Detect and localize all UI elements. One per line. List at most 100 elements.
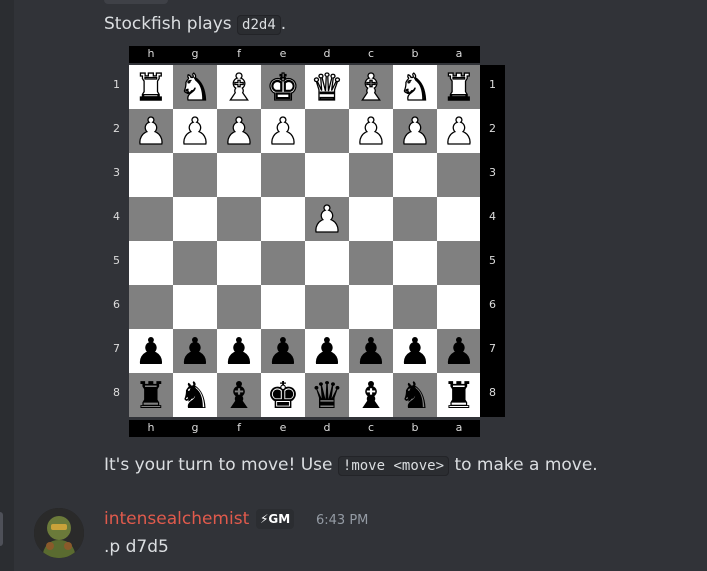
board-square bbox=[305, 153, 349, 197]
rank-label: 7 bbox=[489, 342, 496, 355]
rank-label: 8 bbox=[489, 386, 496, 399]
file-label: f bbox=[237, 421, 241, 434]
board-square bbox=[305, 285, 349, 329]
white-piece: ♝ bbox=[222, 65, 256, 109]
board-square: ♝ bbox=[217, 373, 261, 417]
board-square: ♟ bbox=[129, 109, 173, 153]
file-label: c bbox=[367, 47, 375, 60]
bot-move-message: Stockfish plays d2d4. bbox=[104, 13, 286, 36]
board-square: ♟ bbox=[261, 329, 305, 373]
board-square bbox=[437, 285, 481, 329]
rank-label: 2 bbox=[113, 122, 120, 135]
black-piece: ♞ bbox=[178, 373, 212, 417]
turn-prompt-message: It's your turn to move! Use !move <move>… bbox=[104, 454, 598, 477]
file-labels-top: hgfedcba bbox=[129, 46, 480, 63]
board-square: ♟ bbox=[129, 329, 173, 373]
board-square bbox=[261, 153, 305, 197]
board-square: ♛ bbox=[305, 373, 349, 417]
avatar-image bbox=[34, 508, 84, 558]
black-piece: ♝ bbox=[222, 373, 256, 417]
board-square: ♟ bbox=[349, 109, 393, 153]
board-square: ♟ bbox=[173, 329, 217, 373]
file-label: g bbox=[191, 47, 199, 60]
file-labels-bottom: hgfedcba bbox=[129, 420, 480, 437]
command-code: !move <move> bbox=[337, 456, 450, 476]
file-label: b bbox=[411, 47, 419, 60]
black-piece: ♟ bbox=[354, 329, 388, 373]
file-label: g bbox=[191, 421, 199, 434]
bot-message-suffix: . bbox=[280, 14, 287, 34]
rank-label: 3 bbox=[113, 166, 120, 179]
user-avatar[interactable] bbox=[34, 508, 84, 558]
prompt-suffix: to make a move. bbox=[449, 455, 598, 475]
bot-message-prefix: Stockfish plays bbox=[104, 14, 238, 34]
file-label: d bbox=[323, 47, 331, 60]
black-piece: ♟ bbox=[442, 329, 476, 373]
board-square: ♞ bbox=[393, 373, 437, 417]
rank-label: 7 bbox=[113, 342, 120, 355]
board-square bbox=[349, 241, 393, 285]
white-piece: ♚ bbox=[266, 65, 300, 109]
board-square: ♟ bbox=[305, 197, 349, 241]
board-square bbox=[217, 153, 261, 197]
server-sidebar-edge bbox=[0, 0, 14, 571]
board-square: ♟ bbox=[437, 329, 481, 373]
black-piece: ♞ bbox=[398, 373, 432, 417]
message-timestamp[interactable]: 6:43 PM bbox=[316, 512, 368, 530]
rank-label: 8 bbox=[113, 386, 120, 399]
rank-labels-left: 1 2 3 4 5 6 7 8 bbox=[104, 65, 129, 417]
file-label: a bbox=[455, 47, 463, 60]
black-piece: ♟ bbox=[222, 329, 256, 373]
board-square: ♞ bbox=[173, 373, 217, 417]
board-square: ♟ bbox=[437, 109, 481, 153]
board-square bbox=[393, 285, 437, 329]
board-square bbox=[349, 153, 393, 197]
board-square bbox=[217, 197, 261, 241]
black-piece: ♜ bbox=[442, 373, 476, 417]
rank-label: 6 bbox=[113, 298, 120, 311]
board-square bbox=[261, 241, 305, 285]
move-code: d2d4 bbox=[237, 15, 281, 35]
username[interactable]: intensealchemist bbox=[104, 508, 249, 530]
white-piece: ♜ bbox=[442, 65, 476, 109]
file-label: f bbox=[237, 47, 241, 60]
board-square: ♟ bbox=[173, 109, 217, 153]
board-square: ♟ bbox=[305, 329, 349, 373]
board-grid: ♜ ♞ ♝ ♚ ♛ ♝ ♞ ♜ ♟ ♟ ♟ ♟ ♟ ♟ ♟ ♟ ♟ ♟ ♟ ♟ ♟ ♟ ♟ ♟ ♜ ♞ ♝ ♚ ♛ ♝ ♞ ♜ bbox=[129, 65, 481, 417]
board-square bbox=[173, 153, 217, 197]
board-square bbox=[129, 197, 173, 241]
white-piece: ♟ bbox=[266, 109, 300, 153]
rank-label: 1 bbox=[489, 78, 496, 91]
board-square bbox=[437, 153, 481, 197]
role-badge[interactable]: ⚡GM bbox=[256, 509, 295, 529]
board-square bbox=[129, 285, 173, 329]
board-square bbox=[261, 285, 305, 329]
rank-label: 4 bbox=[489, 210, 496, 223]
white-piece: ♞ bbox=[398, 65, 432, 109]
file-label: b bbox=[411, 421, 419, 434]
white-piece: ♟ bbox=[442, 109, 476, 153]
white-piece: ♜ bbox=[134, 65, 168, 109]
file-label: a bbox=[455, 421, 463, 434]
board-square: ♜ bbox=[437, 65, 481, 109]
board-square: ♟ bbox=[393, 329, 437, 373]
black-piece: ♚ bbox=[266, 373, 300, 417]
black-piece: ♛ bbox=[310, 373, 344, 417]
black-piece: ♟ bbox=[398, 329, 432, 373]
board-square: ♝ bbox=[349, 65, 393, 109]
board-square: ♟ bbox=[261, 109, 305, 153]
rank-label: 6 bbox=[489, 298, 496, 311]
board-square: ♜ bbox=[129, 65, 173, 109]
file-label: d bbox=[323, 421, 331, 434]
board-square: ♚ bbox=[261, 65, 305, 109]
board-square: ♚ bbox=[261, 373, 305, 417]
user-message-text: .p d7d5 bbox=[104, 537, 169, 557]
black-piece: ♜ bbox=[134, 373, 168, 417]
black-piece: ♝ bbox=[354, 373, 388, 417]
board-square bbox=[349, 285, 393, 329]
rank-label: 3 bbox=[489, 166, 496, 179]
white-piece: ♝ bbox=[354, 65, 388, 109]
rank-labels-right: 1 2 3 4 5 6 7 8 bbox=[480, 65, 505, 417]
board-square bbox=[393, 153, 437, 197]
rank-label: 1 bbox=[113, 78, 120, 91]
